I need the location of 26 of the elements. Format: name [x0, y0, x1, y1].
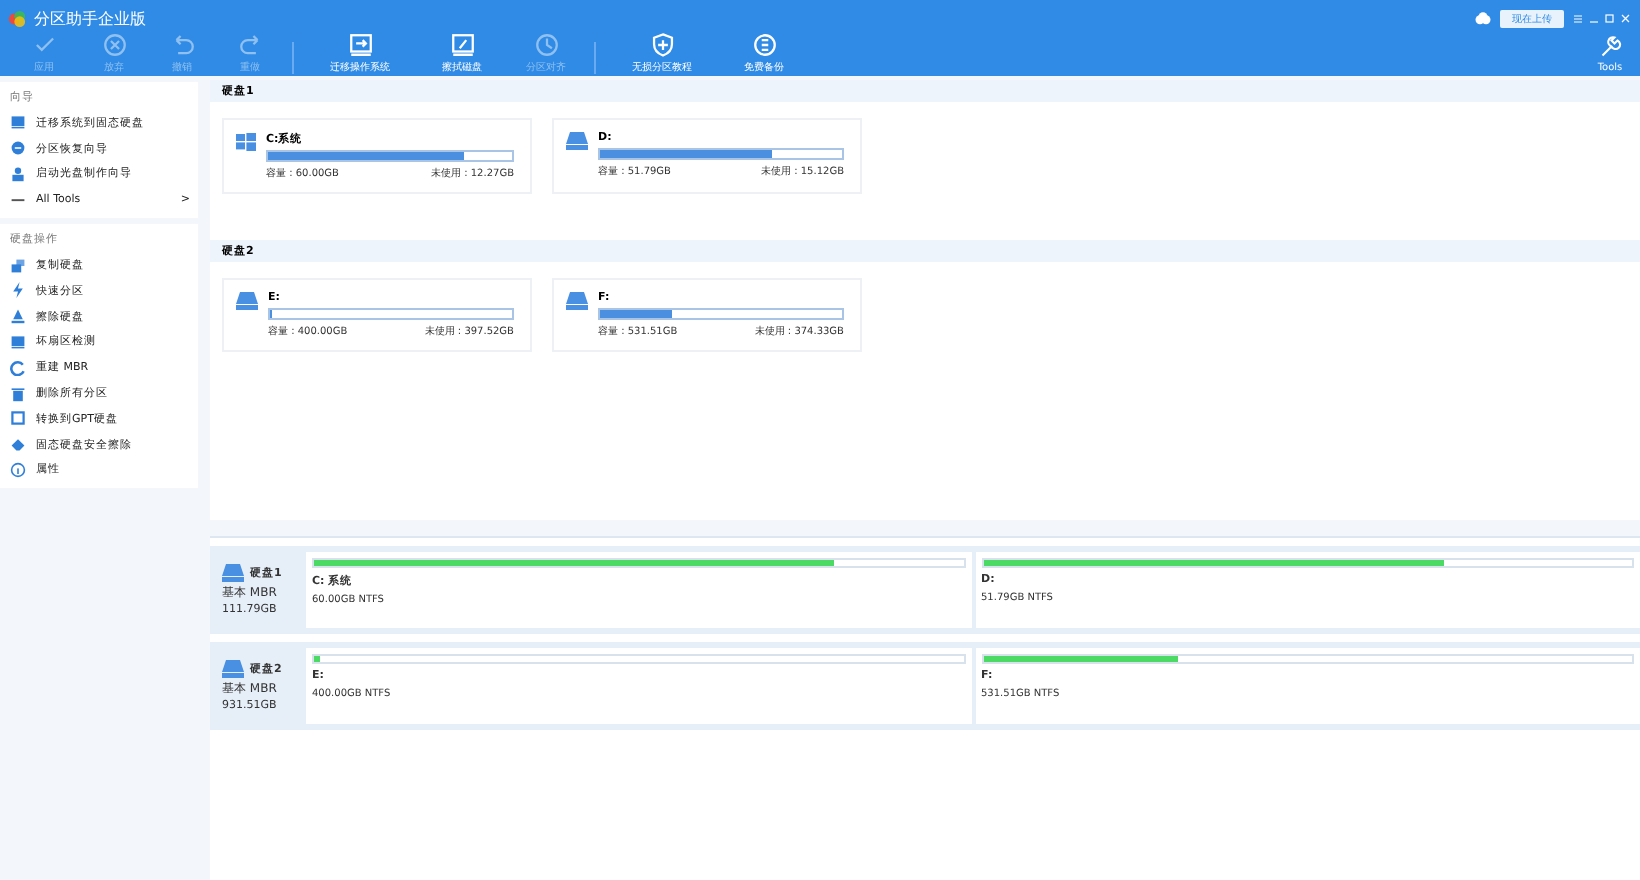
shield-plus-icon: [649, 32, 675, 58]
wrench-icon: [1598, 36, 1622, 60]
rebuild-icon: [10, 359, 26, 376]
backup-icon: [751, 32, 777, 58]
window-controls-icon[interactable]: [1572, 11, 1632, 25]
redo-icon: [237, 32, 263, 58]
cancel-icon: [101, 32, 127, 58]
windows-icon: [236, 132, 256, 152]
drive-icon: [236, 292, 258, 310]
wipe-icon: [10, 308, 26, 325]
drive-icon: [566, 132, 588, 150]
copy-drive-icon: [10, 257, 26, 274]
drive-icon: [566, 292, 588, 310]
info-icon: [10, 461, 26, 478]
bolt-icon: [10, 282, 26, 299]
drive-icon: [10, 114, 26, 131]
drive-icon: [222, 564, 244, 582]
drive-brush-icon: [449, 32, 475, 58]
disc-person-icon: [10, 165, 26, 182]
clock-icon: [533, 32, 559, 58]
drive-icon: [222, 660, 244, 678]
window-title: 分区助手企业版: [34, 7, 146, 29]
cloud-icon: [1474, 11, 1492, 25]
drive-icon: [10, 333, 26, 350]
trash-icon: [10, 385, 26, 402]
app-logo-icon: [8, 9, 26, 27]
